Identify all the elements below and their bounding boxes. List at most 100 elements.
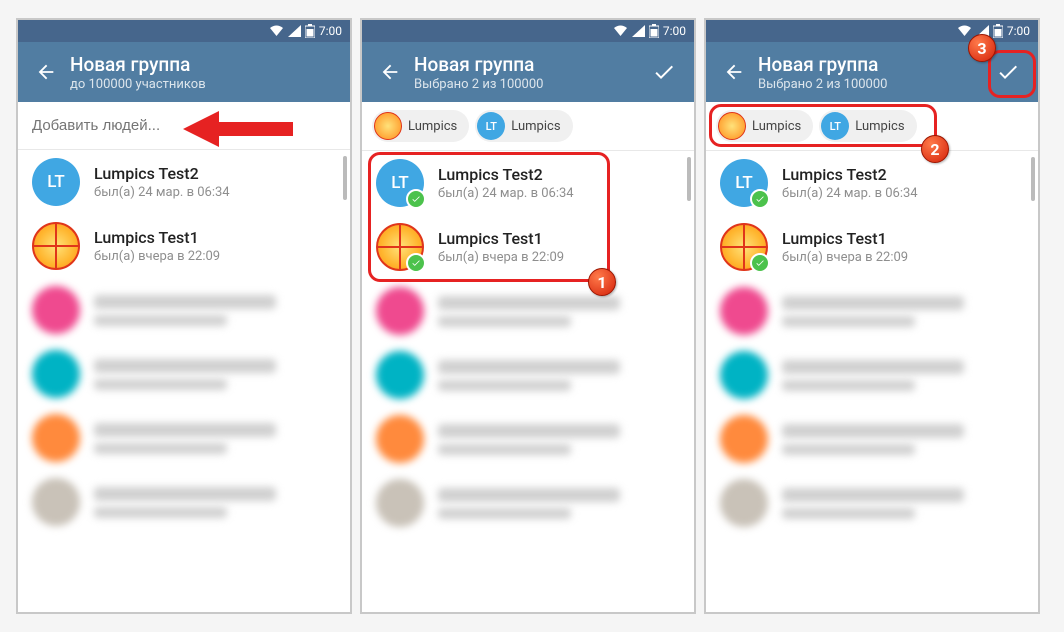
screen-3: 7:00 Новая группа Выбрано 2 из 100000 Lu… — [704, 18, 1040, 614]
header-titles: Новая группа до 100000 участников — [70, 53, 340, 92]
contact-item-blurred[interactable] — [706, 343, 1038, 407]
screen-1: 7:00 Новая группа до 100000 участников L… — [16, 18, 352, 614]
wifi-icon — [957, 25, 972, 37]
arrow-left-icon — [35, 61, 57, 83]
selected-chip[interactable]: Lumpics — [716, 110, 813, 142]
back-button[interactable] — [372, 54, 408, 90]
avatar-blurred — [720, 351, 768, 399]
search-input[interactable] — [32, 117, 336, 134]
signal-icon — [632, 25, 645, 37]
avatar: LT — [32, 158, 80, 206]
avatar-initials: LT — [32, 158, 80, 206]
contact-list: LT Lumpics Test2 был(а) 24 мар. в 06:34 … — [18, 150, 350, 534]
status-time: 7:00 — [1007, 24, 1030, 38]
contact-name: Lumpics Test1 — [438, 229, 680, 248]
selected-chip[interactable]: LT Lumpics — [475, 110, 572, 142]
contact-item[interactable]: LT Lumpics Test2 был(а) 24 мар. в 06:34 — [362, 151, 694, 215]
avatar-blurred — [720, 479, 768, 527]
avatar — [376, 223, 424, 271]
wifi-icon — [613, 25, 628, 37]
contact-item-blurred[interactable] — [706, 279, 1038, 343]
avatar-blurred — [720, 415, 768, 463]
page-subtitle: Выбрано 2 из 100000 — [758, 77, 988, 92]
contact-status: был(а) 24 мар. в 06:34 — [782, 186, 1024, 201]
annotation-badge-1: 1 — [588, 268, 616, 296]
contact-status: был(а) 24 мар. в 06:34 — [438, 186, 680, 201]
chip-label: Lumpics — [408, 119, 457, 134]
contact-item-blurred[interactable] — [18, 278, 350, 342]
contact-info: Lumpics Test2 был(а) 24 мар. в 06:34 — [438, 165, 680, 201]
arrow-left-icon — [379, 61, 401, 83]
selected-check-icon — [406, 253, 426, 273]
contact-item-blurred[interactable] — [18, 470, 350, 534]
page-title: Новая группа — [70, 53, 340, 76]
avatar-orange-icon — [32, 222, 80, 270]
contact-info: Lumpics Test1 был(а) вчера в 22:09 — [438, 229, 680, 265]
back-button[interactable] — [716, 54, 752, 90]
status-time: 7:00 — [319, 24, 342, 38]
contact-item[interactable]: Lumpics Test1 был(а) вчера в 22:09 — [706, 215, 1038, 279]
confirm-button[interactable] — [988, 52, 1028, 92]
annotation-badge-3: 3 — [968, 34, 996, 62]
avatar-blurred — [32, 478, 80, 526]
status-bar: 7:00 — [362, 20, 694, 42]
contact-item[interactable]: Lumpics Test1 был(а) вчера в 22:09 — [18, 214, 350, 278]
page-title: Новая группа — [414, 53, 644, 76]
contact-status: был(а) вчера в 22:09 — [94, 249, 336, 264]
contact-item[interactable]: Lumpics Test1 был(а) вчера в 22:09 — [362, 215, 694, 279]
contact-item-blurred[interactable] — [18, 406, 350, 470]
chip-avatar-initials: LT — [821, 112, 849, 140]
check-icon — [652, 60, 676, 84]
avatar: LT — [376, 159, 424, 207]
back-button[interactable] — [28, 54, 64, 90]
contact-name: Lumpics Test1 — [782, 229, 1024, 248]
contact-item[interactable]: LT Lumpics Test2 был(а) 24 мар. в 06:34 — [706, 151, 1038, 215]
selected-check-icon — [750, 253, 770, 273]
avatar-blurred — [376, 351, 424, 399]
contact-item-blurred[interactable] — [706, 407, 1038, 471]
header-titles: Новая группа Выбрано 2 из 100000 — [414, 53, 644, 92]
contact-info: Lumpics Test2 был(а) 24 мар. в 06:34 — [94, 164, 336, 200]
avatar-blurred — [376, 415, 424, 463]
contact-item[interactable]: LT Lumpics Test2 был(а) 24 мар. в 06:34 — [18, 150, 350, 214]
contact-status: был(а) 24 мар. в 06:34 — [94, 185, 336, 200]
page-subtitle: до 100000 участников — [70, 77, 340, 92]
contact-info: Lumpics Test1 был(а) вчера в 22:09 — [94, 228, 336, 264]
selected-chip[interactable]: Lumpics — [372, 110, 469, 142]
contact-item-blurred[interactable] — [362, 343, 694, 407]
annotation-badge-2: 2 — [921, 135, 949, 163]
contact-list: LT Lumpics Test2 был(а) 24 мар. в 06:34 … — [706, 151, 1038, 535]
avatar-blurred — [32, 414, 80, 462]
avatar-blurred — [32, 286, 80, 334]
signal-icon — [288, 25, 301, 37]
wifi-icon — [269, 25, 284, 37]
chip-label: Lumpics — [752, 119, 801, 134]
avatar-blurred — [376, 287, 424, 335]
contact-status: был(а) вчера в 22:09 — [438, 250, 680, 265]
avatar-blurred — [32, 350, 80, 398]
contact-item-blurred[interactable] — [18, 342, 350, 406]
selected-check-icon — [750, 189, 770, 209]
avatar: LT — [720, 159, 768, 207]
avatar — [32, 222, 80, 270]
battery-icon — [649, 24, 659, 38]
contact-item-blurred[interactable] — [706, 471, 1038, 535]
confirm-button[interactable] — [644, 52, 684, 92]
contact-item-blurred[interactable] — [362, 471, 694, 535]
chip-avatar-initials: LT — [477, 112, 505, 140]
selected-chip[interactable]: LT Lumpics — [819, 110, 916, 142]
chips-row: Lumpics LT Lumpics — [706, 102, 1038, 151]
contact-info: Lumpics Test2 был(а) 24 мар. в 06:34 — [782, 165, 1024, 201]
contact-item-blurred[interactable] — [362, 407, 694, 471]
avatar-blurred — [720, 287, 768, 335]
contact-name: Lumpics Test1 — [94, 228, 336, 247]
battery-icon — [993, 24, 1003, 38]
contact-item-blurred[interactable] — [362, 279, 694, 343]
check-icon — [996, 60, 1020, 84]
page-subtitle: Выбрано 2 из 100000 — [414, 77, 644, 92]
battery-icon — [305, 24, 315, 38]
app-header: Новая группа до 100000 участников — [18, 42, 350, 102]
contact-list: LT Lumpics Test2 был(а) 24 мар. в 06:34 … — [362, 151, 694, 535]
status-bar: 7:00 — [18, 20, 350, 42]
contact-name: Lumpics Test2 — [94, 164, 336, 183]
